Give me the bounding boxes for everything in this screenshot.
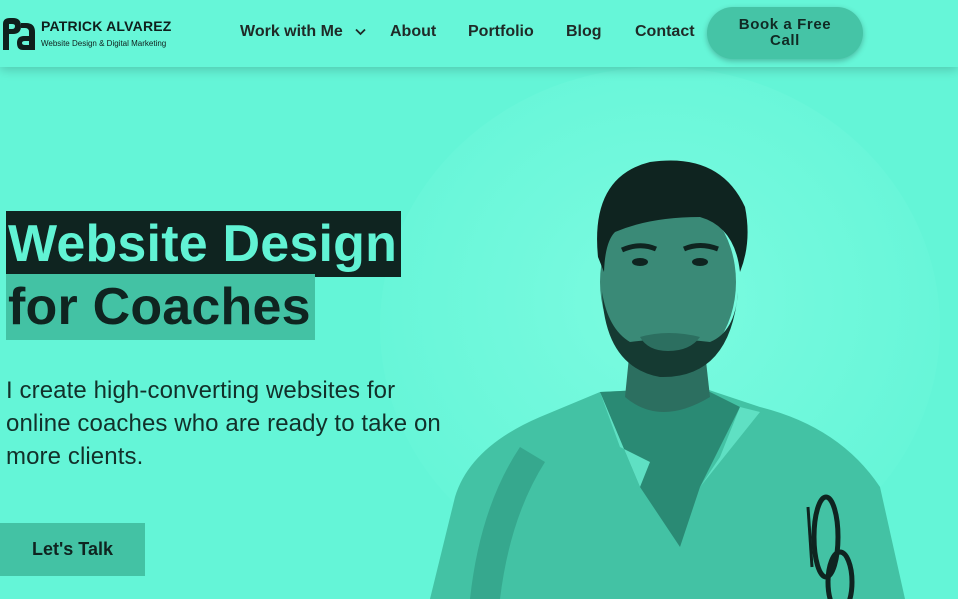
book-call-label: Book a Free Call	[738, 16, 832, 49]
nav-item-blog[interactable]: Blog	[566, 23, 602, 41]
chevron-down-icon	[355, 28, 366, 36]
nav-item-portfolio[interactable]: Portfolio	[468, 23, 534, 41]
hero-subcopy: I create high-converting websites for on…	[6, 377, 441, 470]
lets-talk-button[interactable]: Let's Talk	[0, 523, 145, 576]
pa-monogram-icon	[3, 18, 35, 50]
book-call-button[interactable]: Book a Free Call	[707, 7, 863, 59]
headline-line-2: for Coaches	[6, 274, 315, 340]
brand-name: PATRICK ALVAREZ	[41, 18, 172, 34]
brand-tagline: Website Design & Digital Marketing	[41, 39, 167, 48]
headline-line-1: Website Design	[6, 211, 402, 277]
nav-item-work-with-me[interactable]: Work with Me	[240, 23, 366, 41]
hero-section: Website Design for Coaches I create high…	[0, 67, 958, 599]
nav-item-contact[interactable]: Contact	[635, 23, 695, 41]
site-header: PATRICK ALVAREZ Website Design & Digital…	[0, 0, 958, 67]
logo[interactable]: PATRICK ALVAREZ Website Design & Digital…	[1, 14, 171, 54]
nav-label: Work with Me	[240, 23, 343, 40]
nav-item-about[interactable]: About	[390, 23, 436, 41]
